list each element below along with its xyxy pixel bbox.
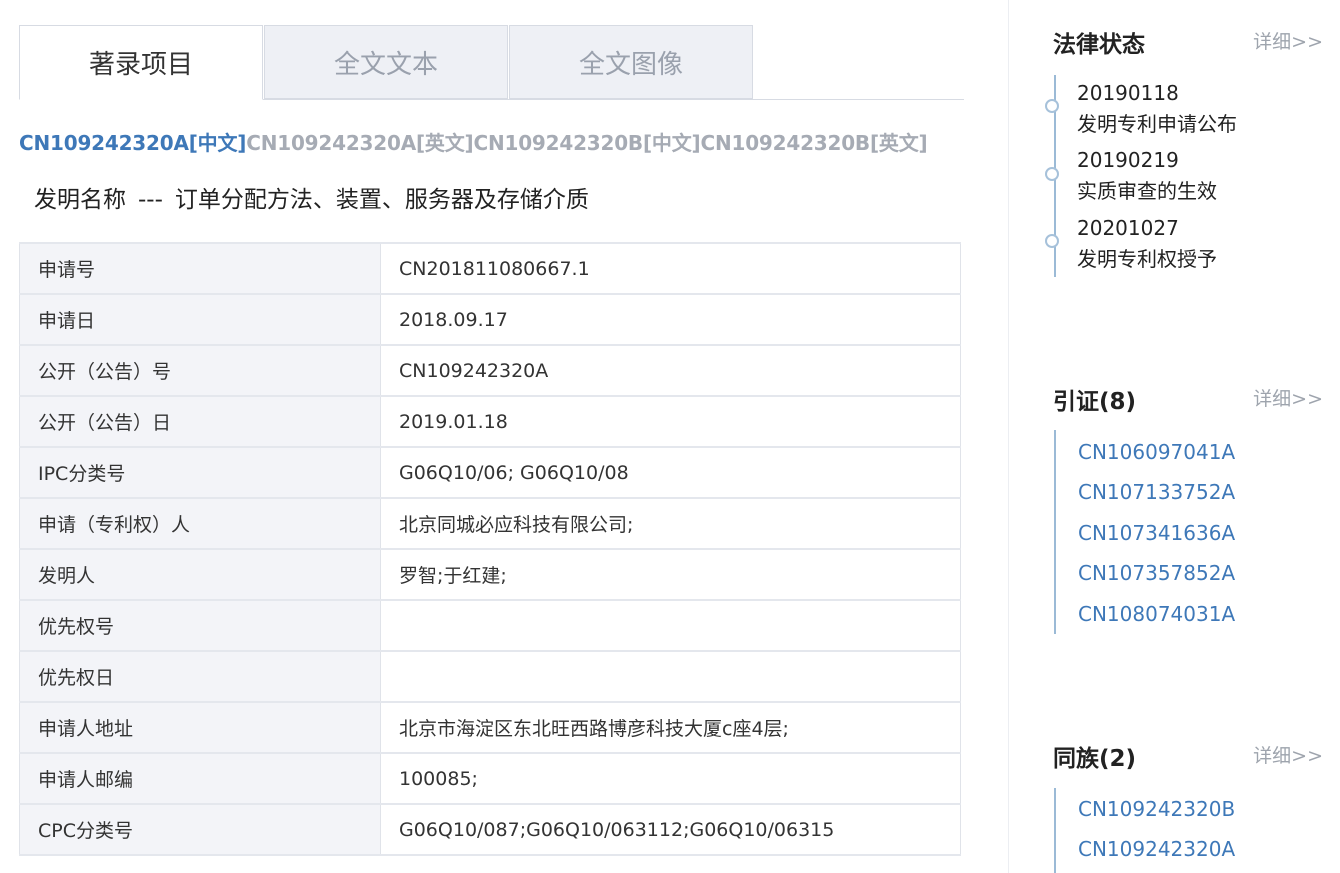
legal-status-header: 法律状态 详细>> — [1053, 25, 1323, 58]
legal-status-title: 法律状态 — [1053, 32, 1145, 58]
field-label: 申请日 — [19, 293, 381, 346]
doc-link-b-chinese[interactable]: CN109242320B[中文] — [473, 131, 700, 155]
invention-title-label: 发明名称 — [34, 187, 126, 213]
timeline-event-desc: 发明专利权授予 — [1077, 247, 1217, 271]
field-value: 2019.01.18 — [380, 395, 961, 448]
timeline-dot — [1045, 99, 1059, 113]
field-value: 北京同城必应科技有限公司; — [380, 497, 961, 550]
citation-link[interactable]: CN107357852A — [1078, 561, 1235, 585]
bibliographic-panel: 著录项目 全文文本 全文图像 CN109242320A[中文]CN1092423… — [19, 25, 964, 856]
field-label: 发明人 — [19, 548, 381, 601]
column-divider — [1008, 0, 1009, 873]
citation-link[interactable]: CN108074031A — [1078, 602, 1235, 626]
doc-link-a-chinese[interactable]: CN109242320A[中文] — [19, 131, 246, 155]
field-value: CN201811080667.1 — [380, 242, 961, 295]
timeline-event-desc: 实质审查的生效 — [1077, 179, 1217, 203]
citation-link[interactable]: CN106097041A — [1078, 440, 1235, 464]
citations-list-bar — [1054, 430, 1056, 634]
field-value: G06Q10/087;G06Q10/063112;G06Q10/06315 — [380, 803, 961, 856]
field-label: IPC分类号 — [19, 446, 381, 499]
family-list: CN109242320B CN109242320A — [1053, 788, 1323, 873]
field-value: 北京市海淀区东北旺西路博彦科技大厦c座4层; — [380, 701, 961, 754]
table-row: 申请人邮编 100085; — [19, 752, 961, 805]
table-row: 申请号 CN201811080667.1 — [19, 242, 961, 295]
family-title: 同族(2) — [1053, 746, 1137, 772]
family-link[interactable]: CN109242320A — [1078, 837, 1235, 861]
doc-link-b-english[interactable]: CN109242320B[英文] — [700, 131, 927, 155]
table-row: 申请（专利权）人 北京同城必应科技有限公司; — [19, 497, 961, 550]
legal-status-more-link[interactable]: 详细>> — [1253, 27, 1323, 54]
legal-status-timeline: 20190118 发明专利申请公布 20190219 实质审查的生效 20201… — [1045, 75, 1323, 280]
table-row: 申请日 2018.09.17 — [19, 293, 961, 346]
citations-more-link[interactable]: 详细>> — [1253, 384, 1323, 411]
timeline-dot — [1045, 234, 1059, 248]
timeline-event: 20190219 实质审查的生效 — [1077, 145, 1217, 207]
field-label: 公开（公告）日 — [19, 395, 381, 448]
citations-list: CN106097041A CN107133752A CN107341636A C… — [1053, 430, 1323, 635]
field-value — [380, 599, 961, 652]
timeline-dot — [1045, 167, 1059, 181]
timeline-event: 20190118 发明专利申请公布 — [1077, 78, 1237, 140]
table-row: 公开（公告）号 CN109242320A — [19, 344, 961, 397]
doc-link-a-english[interactable]: CN109242320A[英文] — [246, 131, 473, 155]
table-row: 发明人 罗智;于红建; — [19, 548, 961, 601]
field-value: G06Q10/06; G06Q10/08 — [380, 446, 961, 499]
tab-full-image[interactable]: 全文图像 — [509, 25, 753, 99]
field-label: 公开（公告）号 — [19, 344, 381, 397]
bibliographic-table: 申请号 CN201811080667.1 申请日 2018.09.17 公开（公告）号 C… — [19, 242, 961, 856]
field-label: 优先权号 — [19, 599, 381, 652]
field-label: 申请（专利权）人 — [19, 497, 381, 550]
citations-header: 引证(8) 详细>> — [1053, 382, 1323, 415]
field-label: 申请人邮编 — [19, 752, 381, 805]
family-link[interactable]: CN109242320B — [1078, 797, 1235, 821]
table-row: IPC分类号 G06Q10/06; G06Q10/08 — [19, 446, 961, 499]
field-value: 2018.09.17 — [380, 293, 961, 346]
side-panel: 法律状态 详细>> 20190118 发明专利申请公布 20190219 实质审… — [1045, 0, 1340, 873]
timeline-event-desc: 发明专利申请公布 — [1077, 112, 1237, 136]
field-value: 罗智;于红建; — [380, 548, 961, 601]
citations-title: 引证(8) — [1053, 389, 1137, 415]
tab-bar: 著录项目 全文文本 全文图像 — [19, 25, 964, 100]
document-version-links: CN109242320A[中文]CN109242320A[英文]CN109242… — [19, 127, 928, 156]
field-label: CPC分类号 — [19, 803, 381, 856]
invention-title: 订单分配方法、装置、服务器及存储介质 — [174, 187, 589, 213]
field-value — [380, 650, 961, 703]
field-label: 申请人地址 — [19, 701, 381, 754]
patent-detail-page: 著录项目 全文文本 全文图像 CN109242320A[中文]CN1092423… — [0, 0, 1340, 873]
field-label: 优先权日 — [19, 650, 381, 703]
timeline-event-date: 20201027 — [1077, 216, 1179, 240]
timeline-event-date: 20190219 — [1077, 148, 1179, 172]
tab-bibliographic[interactable]: 著录项目 — [19, 25, 263, 100]
field-label: 申请号 — [19, 242, 381, 295]
invention-title-separator: --- — [138, 187, 163, 213]
field-value: 100085; — [380, 752, 961, 805]
timeline-event-date: 20190118 — [1077, 81, 1179, 105]
tab-full-text[interactable]: 全文文本 — [264, 25, 508, 99]
field-value: CN109242320A — [380, 344, 961, 397]
family-more-link[interactable]: 详细>> — [1253, 741, 1323, 768]
table-row: 优先权号 — [19, 599, 961, 652]
table-row: 优先权日 — [19, 650, 961, 703]
table-row: 公开（公告）日 2019.01.18 — [19, 395, 961, 448]
table-row: 申请人地址 北京市海淀区东北旺西路博彦科技大厦c座4层; — [19, 701, 961, 754]
table-row: CPC分类号 G06Q10/087;G06Q10/063112;G06Q10/06… — [19, 803, 961, 856]
citation-link[interactable]: CN107341636A — [1078, 521, 1235, 545]
citation-link[interactable]: CN107133752A — [1078, 480, 1235, 504]
timeline-event: 20201027 发明专利权授予 — [1077, 213, 1217, 275]
invention-title-row: 发明名称 --- 订单分配方法、装置、服务器及存储介质 — [34, 180, 589, 214]
family-header: 同族(2) 详细>> — [1053, 739, 1323, 772]
family-list-bar — [1054, 788, 1056, 873]
